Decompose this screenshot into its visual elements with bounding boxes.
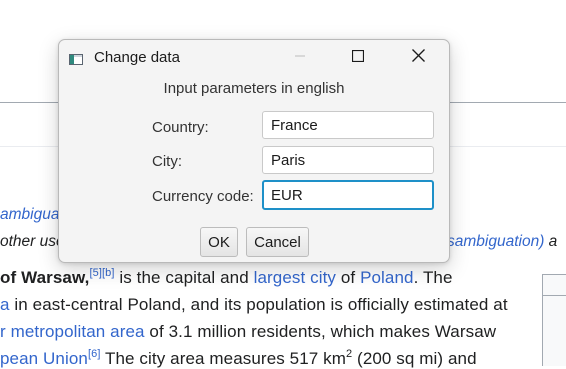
java-window-icon xyxy=(69,52,83,65)
hatnote-line: other use xyxy=(0,233,65,251)
article-line: pean Union[6] The city area measures 517… xyxy=(0,349,477,369)
article-link[interactable]: r metropolitan area xyxy=(0,322,145,341)
hatnote-link[interactable]: sambiguation) xyxy=(447,233,544,250)
city-label: City: xyxy=(152,153,182,170)
dialog-instructions: Input parameters in english xyxy=(163,80,345,97)
close-icon xyxy=(411,49,425,67)
citation-link[interactable]: [5][b] xyxy=(89,267,114,279)
citation-link[interactable]: [6] xyxy=(88,348,101,360)
cancel-button[interactable]: Cancel xyxy=(246,227,309,257)
article-line: of Warsaw,[5][b] is the capital and larg… xyxy=(0,268,453,288)
hatnote-text: a xyxy=(544,233,558,250)
maximize-button[interactable] xyxy=(335,40,381,76)
infobox xyxy=(542,274,566,366)
currency-code-label: Currency code: xyxy=(152,188,254,205)
article-link[interactable]: a xyxy=(0,295,10,314)
hatnote-line-right: sambiguation) a xyxy=(447,233,557,251)
article-text: of xyxy=(336,268,361,287)
change-data-dialog: Change data Input parameters in english … xyxy=(58,39,450,263)
close-button[interactable] xyxy=(395,40,441,76)
article-link[interactable]: largest city xyxy=(254,268,336,287)
article-text: in east-central Poland, and its populati… xyxy=(9,295,508,314)
minimize-icon xyxy=(294,49,306,67)
article-link[interactable]: Poland xyxy=(360,268,414,287)
article-text: of 3.1 million residents, which makes Wa… xyxy=(144,322,497,341)
city-input[interactable] xyxy=(262,146,434,174)
minimize-button[interactable] xyxy=(277,40,323,76)
dialog-titlebar[interactable]: Change data xyxy=(59,40,449,76)
article-bold-term: of Warsaw, xyxy=(0,268,90,287)
maximize-icon xyxy=(351,49,365,67)
article-text: . The xyxy=(413,268,453,287)
infobox-row xyxy=(543,295,566,366)
article-text: is the capital and xyxy=(114,268,254,287)
article-line: a in east-central Poland, and its popula… xyxy=(0,295,508,315)
country-label: Country: xyxy=(152,119,209,136)
country-input[interactable] xyxy=(262,111,434,139)
ok-button[interactable]: OK xyxy=(200,227,238,257)
article-line: r metropolitan area of 3.1 million resid… xyxy=(0,322,496,342)
dialog-title: Change data xyxy=(94,49,180,66)
hatnote-text: other use xyxy=(0,233,65,250)
currency-code-input[interactable] xyxy=(262,180,434,210)
